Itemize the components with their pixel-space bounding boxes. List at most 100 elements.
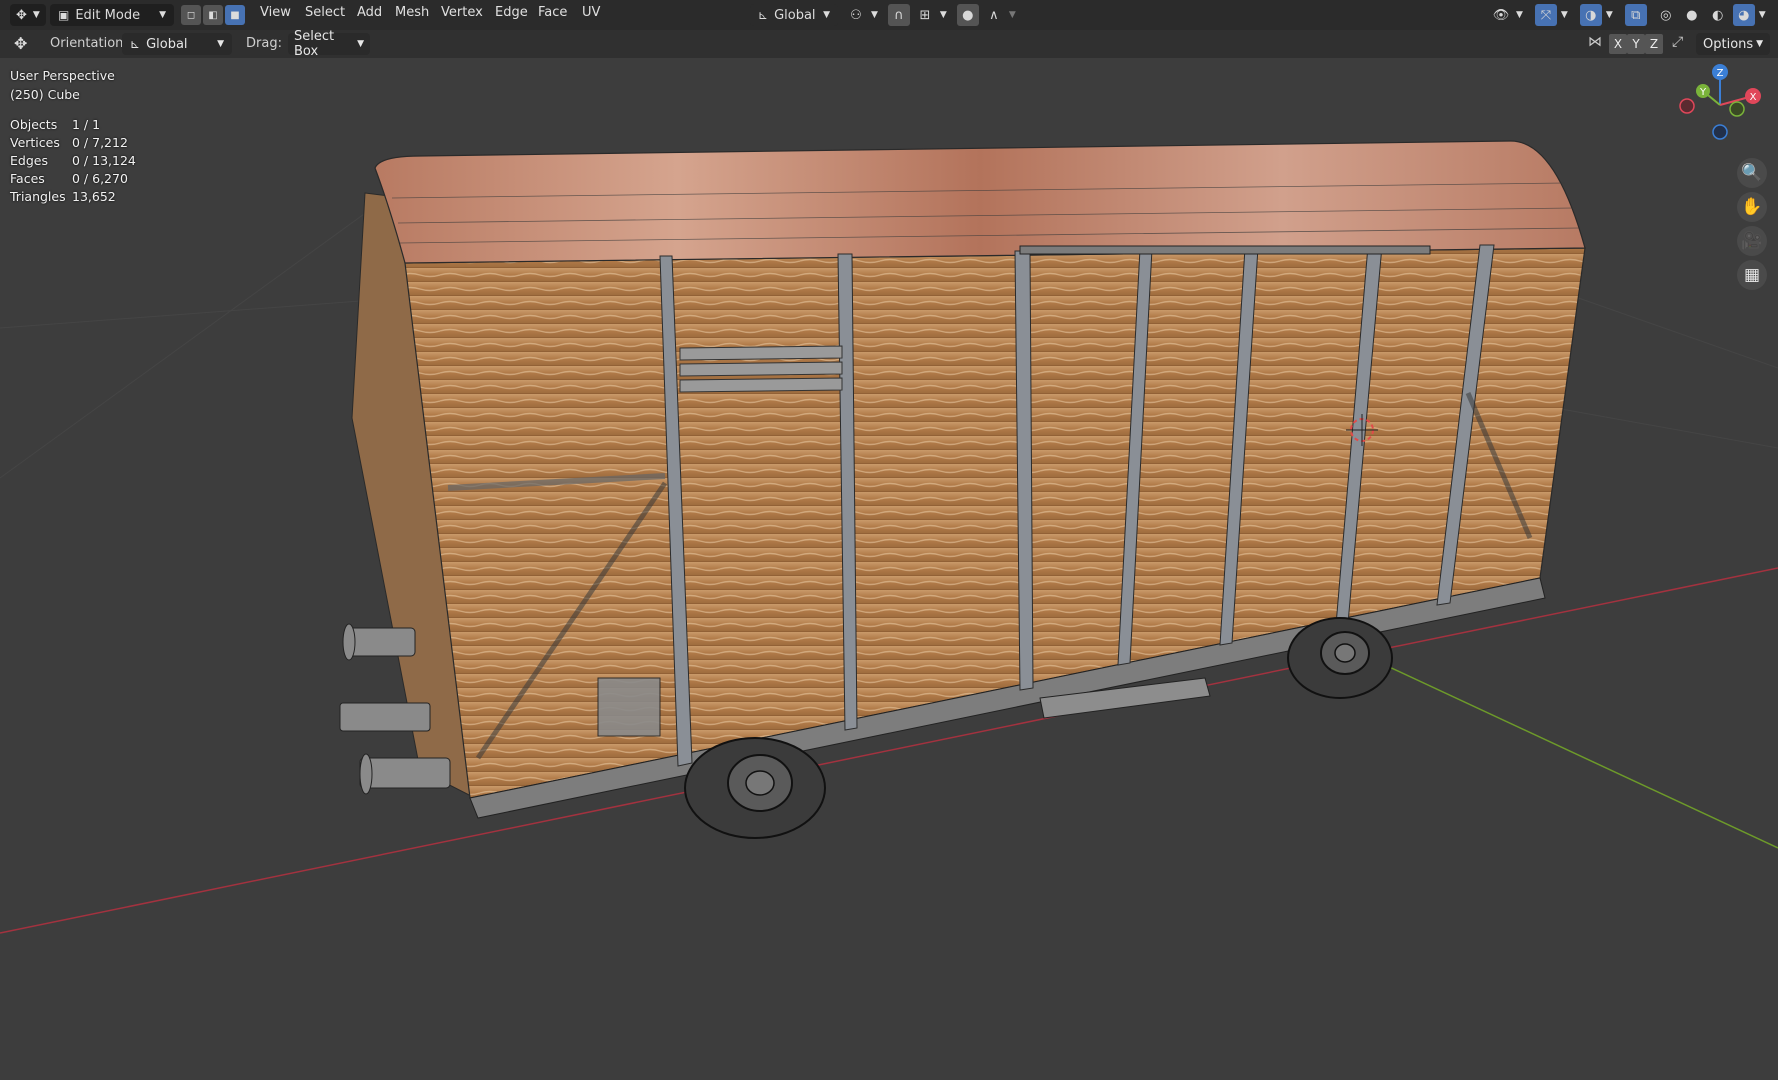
- orientation-value: Global: [774, 7, 816, 23]
- drag-dropdown-value: Select Box: [294, 29, 335, 59]
- stat-label: Triangles: [10, 189, 66, 204]
- stat-label: Edges: [10, 153, 48, 168]
- freight-wagon-mesh[interactable]: [339, 140, 1586, 839]
- drag-label: Drag:: [246, 36, 282, 51]
- xray-toggle-button[interactable]: ⧉: [1624, 4, 1647, 26]
- chevron-down-icon: ▼: [1560, 10, 1568, 20]
- menu-view[interactable]: View: [260, 5, 291, 20]
- viewport-scene: [0, 140, 1778, 934]
- orientation-dropdown[interactable]: ⊾ Global ▼: [122, 33, 232, 55]
- overlays-icon: ◑: [1585, 7, 1597, 23]
- wireframe-sphere-icon: ◎: [1660, 7, 1672, 23]
- gizmo-y-label: Y: [1699, 87, 1707, 98]
- stat-value: 13,652: [72, 189, 116, 204]
- editor-type-dropdown[interactable]: ✥ ▼: [10, 4, 46, 26]
- pivot-point-button[interactable]: ⚇: [845, 4, 867, 26]
- orientation-axes-icon: ⊾: [758, 8, 769, 22]
- chevron-down-icon: ▼: [871, 10, 878, 20]
- mirror-icon: ⋈: [1588, 34, 1602, 50]
- stat-label: Faces: [10, 171, 45, 186]
- grid-perspective-icon: ▦: [1743, 265, 1761, 285]
- xray-icon: ⧉: [1631, 7, 1641, 23]
- mode-label: Edit Mode: [75, 7, 141, 23]
- camera-icon: 🎥: [1741, 231, 1763, 251]
- pan-hand-icon: ✋: [1741, 197, 1763, 217]
- solid-sphere-icon: ●: [1686, 7, 1698, 23]
- menu-select[interactable]: Select: [305, 5, 345, 20]
- move-tool-icon: ✥: [14, 34, 28, 53]
- rendered-sphere-icon: ◕: [1738, 7, 1750, 23]
- stat-objects: Objects 1 / 1: [10, 117, 100, 132]
- mirror-z-toggle[interactable]: Z: [1645, 34, 1663, 54]
- chevron-down-icon: ▼: [159, 10, 166, 20]
- perspective-toggle-button[interactable]: ▦: [1737, 260, 1767, 290]
- options-label: Options: [1703, 36, 1754, 52]
- options-dropdown[interactable]: Options ▼: [1696, 33, 1770, 55]
- material-sphere-icon: ◐: [1712, 7, 1724, 23]
- active-object-name: (250) Cube: [10, 87, 80, 102]
- pan-button[interactable]: ✋: [1737, 192, 1767, 222]
- menu-add[interactable]: Add: [357, 5, 382, 20]
- visibility-group: 👁 ▼ ⤧ ▼ ◑ ▼ ⧉ ◎ ● ◐ ◕ ▼: [1490, 4, 1766, 26]
- menu-face[interactable]: Face: [538, 5, 567, 20]
- proportional-editing-button[interactable]: ●: [956, 4, 979, 26]
- y-axis-line: [1369, 657, 1778, 849]
- edge-select-icon: ◧: [208, 9, 218, 21]
- pivot-snap-group: ⚇ ▼ ∩ ⊞ ▼ ● ∧ ▼: [845, 4, 1016, 26]
- viewport-header: ✥ ▼ ▣ Edit Mode ▼ ◻ ◧ ■ View Select Add …: [0, 0, 1778, 31]
- chevron-down-icon: ▼: [939, 10, 947, 20]
- chevron-down-icon: ▼: [357, 39, 364, 49]
- vertex-select-icon: ◻: [186, 9, 196, 21]
- auto-merge-icon[interactable]: ⤢: [1672, 34, 1683, 50]
- chevron-down-icon: ▼: [1605, 10, 1613, 20]
- stat-faces: Faces 0 / 6,270: [10, 171, 128, 186]
- shading-solid-button[interactable]: ●: [1681, 4, 1703, 26]
- menu-edge[interactable]: Edge: [495, 5, 528, 20]
- menu-mesh[interactable]: Mesh: [395, 5, 429, 20]
- gizmo-x-label: X: [1750, 92, 1757, 103]
- snap-toggle-button[interactable]: ∩: [887, 4, 910, 26]
- object-visibility-button[interactable]: 👁: [1490, 4, 1512, 26]
- navigation-gizmo[interactable]: Z X Y: [1675, 60, 1765, 150]
- edit-mode-icon: ▣: [58, 8, 70, 22]
- magnet-icon: ∩: [894, 7, 904, 23]
- drag-dropdown[interactable]: Select Box ▼: [288, 29, 370, 59]
- orientation-dropdown-value: Global: [146, 36, 188, 52]
- mode-dropdown[interactable]: ▣ Edit Mode ▼: [50, 4, 174, 26]
- transform-orientation-dropdown[interactable]: ⊾ Global ▼: [750, 4, 838, 26]
- wheel-rear: [1287, 617, 1393, 699]
- chevron-down-icon: ▼: [823, 10, 830, 20]
- stat-vertices: Vertices 0 / 7,212: [10, 135, 128, 150]
- shading-wireframe-button[interactable]: ◎: [1655, 4, 1677, 26]
- transform-gizmo-icon: ✥: [16, 7, 27, 23]
- chevron-down-icon: ▼: [217, 39, 224, 49]
- face-select-icon: ■: [230, 9, 240, 21]
- overlays-toggle-button[interactable]: ◑: [1579, 4, 1602, 26]
- stat-triangles: Triangles 13,652: [10, 189, 116, 204]
- mirror-y-toggle[interactable]: Y: [1627, 34, 1645, 54]
- zoom-icon: 🔍: [1741, 163, 1763, 183]
- menu-vertex[interactable]: Vertex: [441, 5, 483, 20]
- eye-icon: 👁: [1492, 7, 1510, 23]
- snap-target-button[interactable]: ⊞: [914, 4, 936, 26]
- chevron-down-icon: ▼: [32, 10, 40, 20]
- gizmo-toggle-button[interactable]: ⤧: [1534, 4, 1557, 26]
- proportional-dot-icon: ●: [962, 7, 974, 23]
- stat-value: 0 / 13,124: [72, 153, 136, 168]
- shading-rendered-button[interactable]: ◕: [1732, 4, 1755, 26]
- falloff-button[interactable]: ∧: [983, 4, 1005, 26]
- vertex-select-button[interactable]: ◻: [181, 5, 201, 25]
- orientation-label: Orientation:: [50, 36, 128, 51]
- edge-select-button[interactable]: ◧: [203, 5, 223, 25]
- shading-material-button[interactable]: ◐: [1707, 4, 1729, 26]
- falloff-curve-icon: ∧: [989, 7, 999, 23]
- face-select-button[interactable]: ■: [225, 5, 245, 25]
- 3d-viewport[interactable]: User Perspective (250) Cube Objects 1 / 1…: [0, 58, 1778, 1080]
- mirror-x-toggle[interactable]: X: [1609, 34, 1627, 54]
- camera-view-button[interactable]: 🎥: [1737, 226, 1767, 256]
- stat-label: Objects: [10, 117, 58, 132]
- view-name: User Perspective: [10, 68, 115, 83]
- zoom-button[interactable]: 🔍: [1737, 158, 1767, 188]
- menu-uv[interactable]: UV: [582, 5, 600, 20]
- stat-value: 1 / 1: [72, 117, 101, 132]
